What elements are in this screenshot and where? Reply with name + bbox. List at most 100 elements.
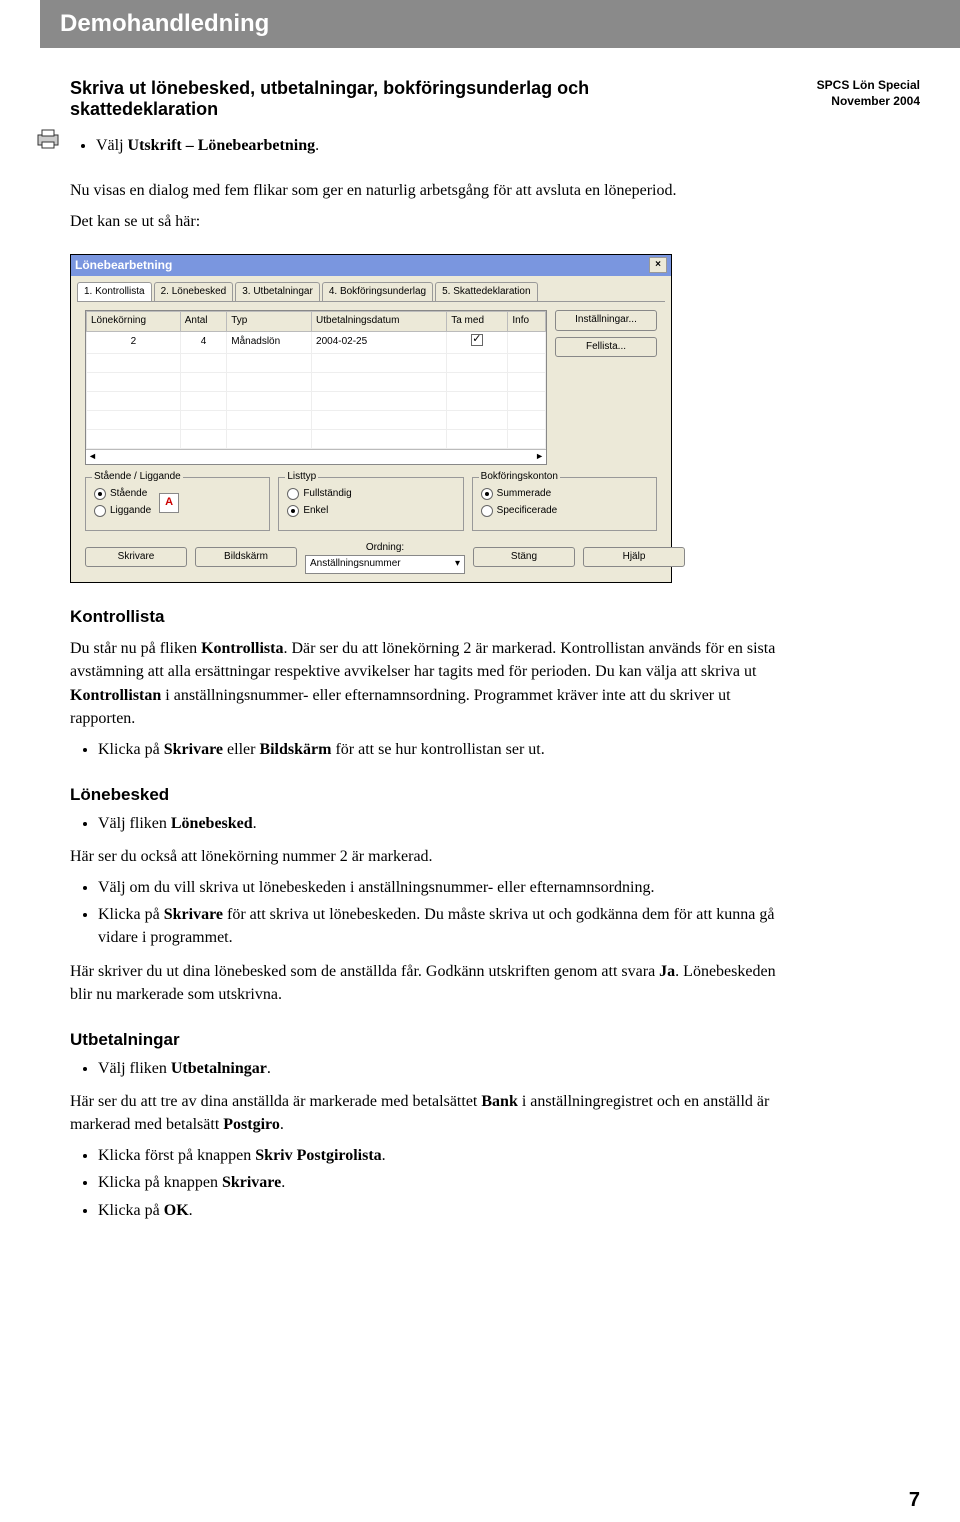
col-tamed: Ta med bbox=[447, 312, 508, 332]
col-typ: Typ bbox=[227, 312, 312, 332]
radio-label: Specificerade bbox=[497, 504, 558, 519]
bildskarm-button[interactable]: Bildskärm bbox=[195, 547, 297, 568]
bold-text: Kontrollista bbox=[201, 640, 283, 657]
scrollbar[interactable]: ◄► bbox=[86, 449, 546, 463]
bold-text: Skrivare bbox=[164, 906, 223, 923]
col-info: Info bbox=[508, 312, 546, 332]
list-item: Klicka på OK. bbox=[98, 1199, 790, 1222]
list-item: Klicka på knappen Skrivare. bbox=[98, 1171, 790, 1194]
bold-text: Lönebesked bbox=[171, 815, 253, 832]
heading-lonebesked: Lönebesked bbox=[70, 783, 790, 808]
hjalp-button[interactable]: Hjälp bbox=[583, 547, 685, 568]
text: . bbox=[253, 815, 257, 832]
text: . bbox=[189, 1202, 193, 1219]
dialog-tabs: 1. Kontrollista 2. Lönebesked 3. Utbetal… bbox=[71, 276, 671, 302]
lonebesked-para1: Här ser du också att lönekörning nummer … bbox=[70, 845, 790, 868]
table-row[interactable]: 2 4 Månadslön 2004-02-25 bbox=[87, 331, 546, 354]
orientation-icon: A bbox=[159, 493, 179, 513]
text: Här ser du att tre av dina anställda är … bbox=[70, 1093, 481, 1110]
list-item: Välj fliken Utbetalningar. bbox=[98, 1057, 790, 1080]
stang-button[interactable]: Stäng bbox=[473, 547, 575, 568]
doc-meta: SPCS Lön Special November 2004 bbox=[817, 78, 920, 109]
list-item: Välj om du vill skriva ut lönebeskeden i… bbox=[98, 876, 790, 899]
dialog-lonebearbetning: Lönebearbetning × 1. Kontrollista 2. Lön… bbox=[70, 254, 672, 583]
tab-bokforingsunderlag[interactable]: 4. Bokföringsunderlag bbox=[322, 282, 433, 302]
radio-liggande[interactable] bbox=[94, 505, 106, 517]
bold-text: Kontrollistan bbox=[70, 687, 161, 704]
list-item: Klicka på Skrivare för att skriva ut lön… bbox=[98, 903, 790, 949]
bold-text: Bank bbox=[481, 1093, 517, 1110]
cell-tamed[interactable] bbox=[447, 331, 508, 354]
bold-text: Utbetalningar bbox=[171, 1060, 267, 1077]
tab-lonebesked[interactable]: 2. Lönebesked bbox=[154, 282, 234, 302]
chevron-down-icon: ▾ bbox=[455, 557, 460, 572]
cell-info bbox=[508, 331, 546, 354]
bold-text: Utskrift – Lönebearbetning bbox=[128, 137, 316, 154]
heading-kontrollista: Kontrollista bbox=[70, 605, 790, 630]
list-item: Klicka på Skrivare eller Bildskärm för a… bbox=[98, 738, 790, 761]
cell-lonekorning: 2 bbox=[87, 331, 181, 354]
tab-kontrollista[interactable]: 1. Kontrollista bbox=[77, 282, 152, 302]
lonebesked-para2: Här skriver du ut dina lönebesked som de… bbox=[70, 960, 790, 1006]
text: Välj fliken bbox=[98, 815, 171, 832]
list-item: Klicka först på knappen Skriv Postgiroli… bbox=[98, 1144, 790, 1167]
radio-label: Enkel bbox=[303, 504, 328, 519]
text: Klicka på bbox=[98, 741, 164, 758]
text: Välj fliken bbox=[98, 1060, 171, 1077]
fellista-button[interactable]: Fellista... bbox=[555, 337, 657, 358]
radio-specificerade[interactable] bbox=[481, 505, 493, 517]
checkbox-icon[interactable] bbox=[471, 334, 483, 346]
meta-line1: SPCS Lön Special bbox=[817, 78, 920, 94]
list-item: Välj fliken Lönebesked. bbox=[98, 812, 790, 835]
col-antal: Antal bbox=[180, 312, 227, 332]
data-grid[interactable]: Lönekörning Antal Typ Utbetalningsdatum … bbox=[85, 310, 547, 464]
intro-para1: Nu visas en dialog med fem flikar som ge… bbox=[70, 179, 790, 202]
cell-typ: Månadslön bbox=[227, 331, 312, 354]
text: Klicka på bbox=[98, 1202, 164, 1219]
col-utbetalningsdatum: Utbetalningsdatum bbox=[312, 312, 447, 332]
bold-text: OK bbox=[164, 1202, 189, 1219]
dropdown-value: Anställningsnummer bbox=[310, 557, 401, 572]
radio-staende[interactable] bbox=[94, 488, 106, 500]
bold-text: Postgiro bbox=[223, 1116, 280, 1133]
radio-summerade[interactable] bbox=[481, 488, 493, 500]
cell-datum: 2004-02-25 bbox=[312, 331, 447, 354]
text: eller bbox=[223, 741, 259, 758]
radio-label: Summerade bbox=[497, 487, 551, 502]
text: . bbox=[382, 1147, 386, 1164]
group-listtyp: Listtyp Fullständig Enkel bbox=[278, 477, 463, 531]
text: Klicka på knappen bbox=[98, 1174, 222, 1191]
intro-bullet: Välj Utskrift – Lönebearbetning. bbox=[96, 134, 319, 157]
radio-label: Stående bbox=[110, 487, 147, 502]
text: . bbox=[267, 1060, 271, 1077]
group-bokforingskonton: Bokföringskonton Summerade Specificerade bbox=[472, 477, 657, 531]
text: Klicka på bbox=[98, 906, 164, 923]
text: Här skriver du ut dina lönebesked som de… bbox=[70, 963, 659, 980]
bold-text: Skriv Postgirolista bbox=[255, 1147, 381, 1164]
tab-skattedeklaration[interactable]: 5. Skattedeklaration bbox=[435, 282, 537, 302]
radio-fullstandig[interactable] bbox=[287, 488, 299, 500]
bold-text: Skrivare bbox=[164, 741, 223, 758]
col-lonekorning: Lönekörning bbox=[87, 312, 181, 332]
text: . bbox=[315, 137, 319, 154]
section-title: Skriva ut lönebesked, utbetalningar, bok… bbox=[70, 78, 710, 120]
bold-text: Skrivare bbox=[222, 1174, 281, 1191]
heading-utbetalningar: Utbetalningar bbox=[70, 1028, 790, 1053]
tab-utbetalningar[interactable]: 3. Utbetalningar bbox=[235, 282, 320, 302]
close-icon[interactable]: × bbox=[649, 257, 667, 273]
bold-text: Bildskärm bbox=[259, 741, 331, 758]
radio-enkel[interactable] bbox=[287, 505, 299, 517]
text: . bbox=[280, 1116, 284, 1133]
ordning-dropdown[interactable]: Anställningsnummer ▾ bbox=[305, 555, 465, 574]
utbetalningar-para1: Här ser du att tre av dina anställda är … bbox=[70, 1090, 790, 1136]
group-title: Listtyp bbox=[285, 470, 318, 485]
group-title: Bokföringskonton bbox=[479, 470, 560, 485]
group-title: Stående / Liggande bbox=[92, 470, 183, 485]
meta-line2: November 2004 bbox=[817, 94, 920, 110]
installningar-button[interactable]: Inställningar... bbox=[555, 310, 657, 331]
group-staende-liggande: Stående / Liggande Stående Liggande A bbox=[85, 477, 270, 531]
cell-antal: 4 bbox=[180, 331, 227, 354]
skrivare-button[interactable]: Skrivare bbox=[85, 547, 187, 568]
text: Välj bbox=[96, 137, 128, 154]
ordning-label: Ordning: bbox=[366, 541, 404, 556]
